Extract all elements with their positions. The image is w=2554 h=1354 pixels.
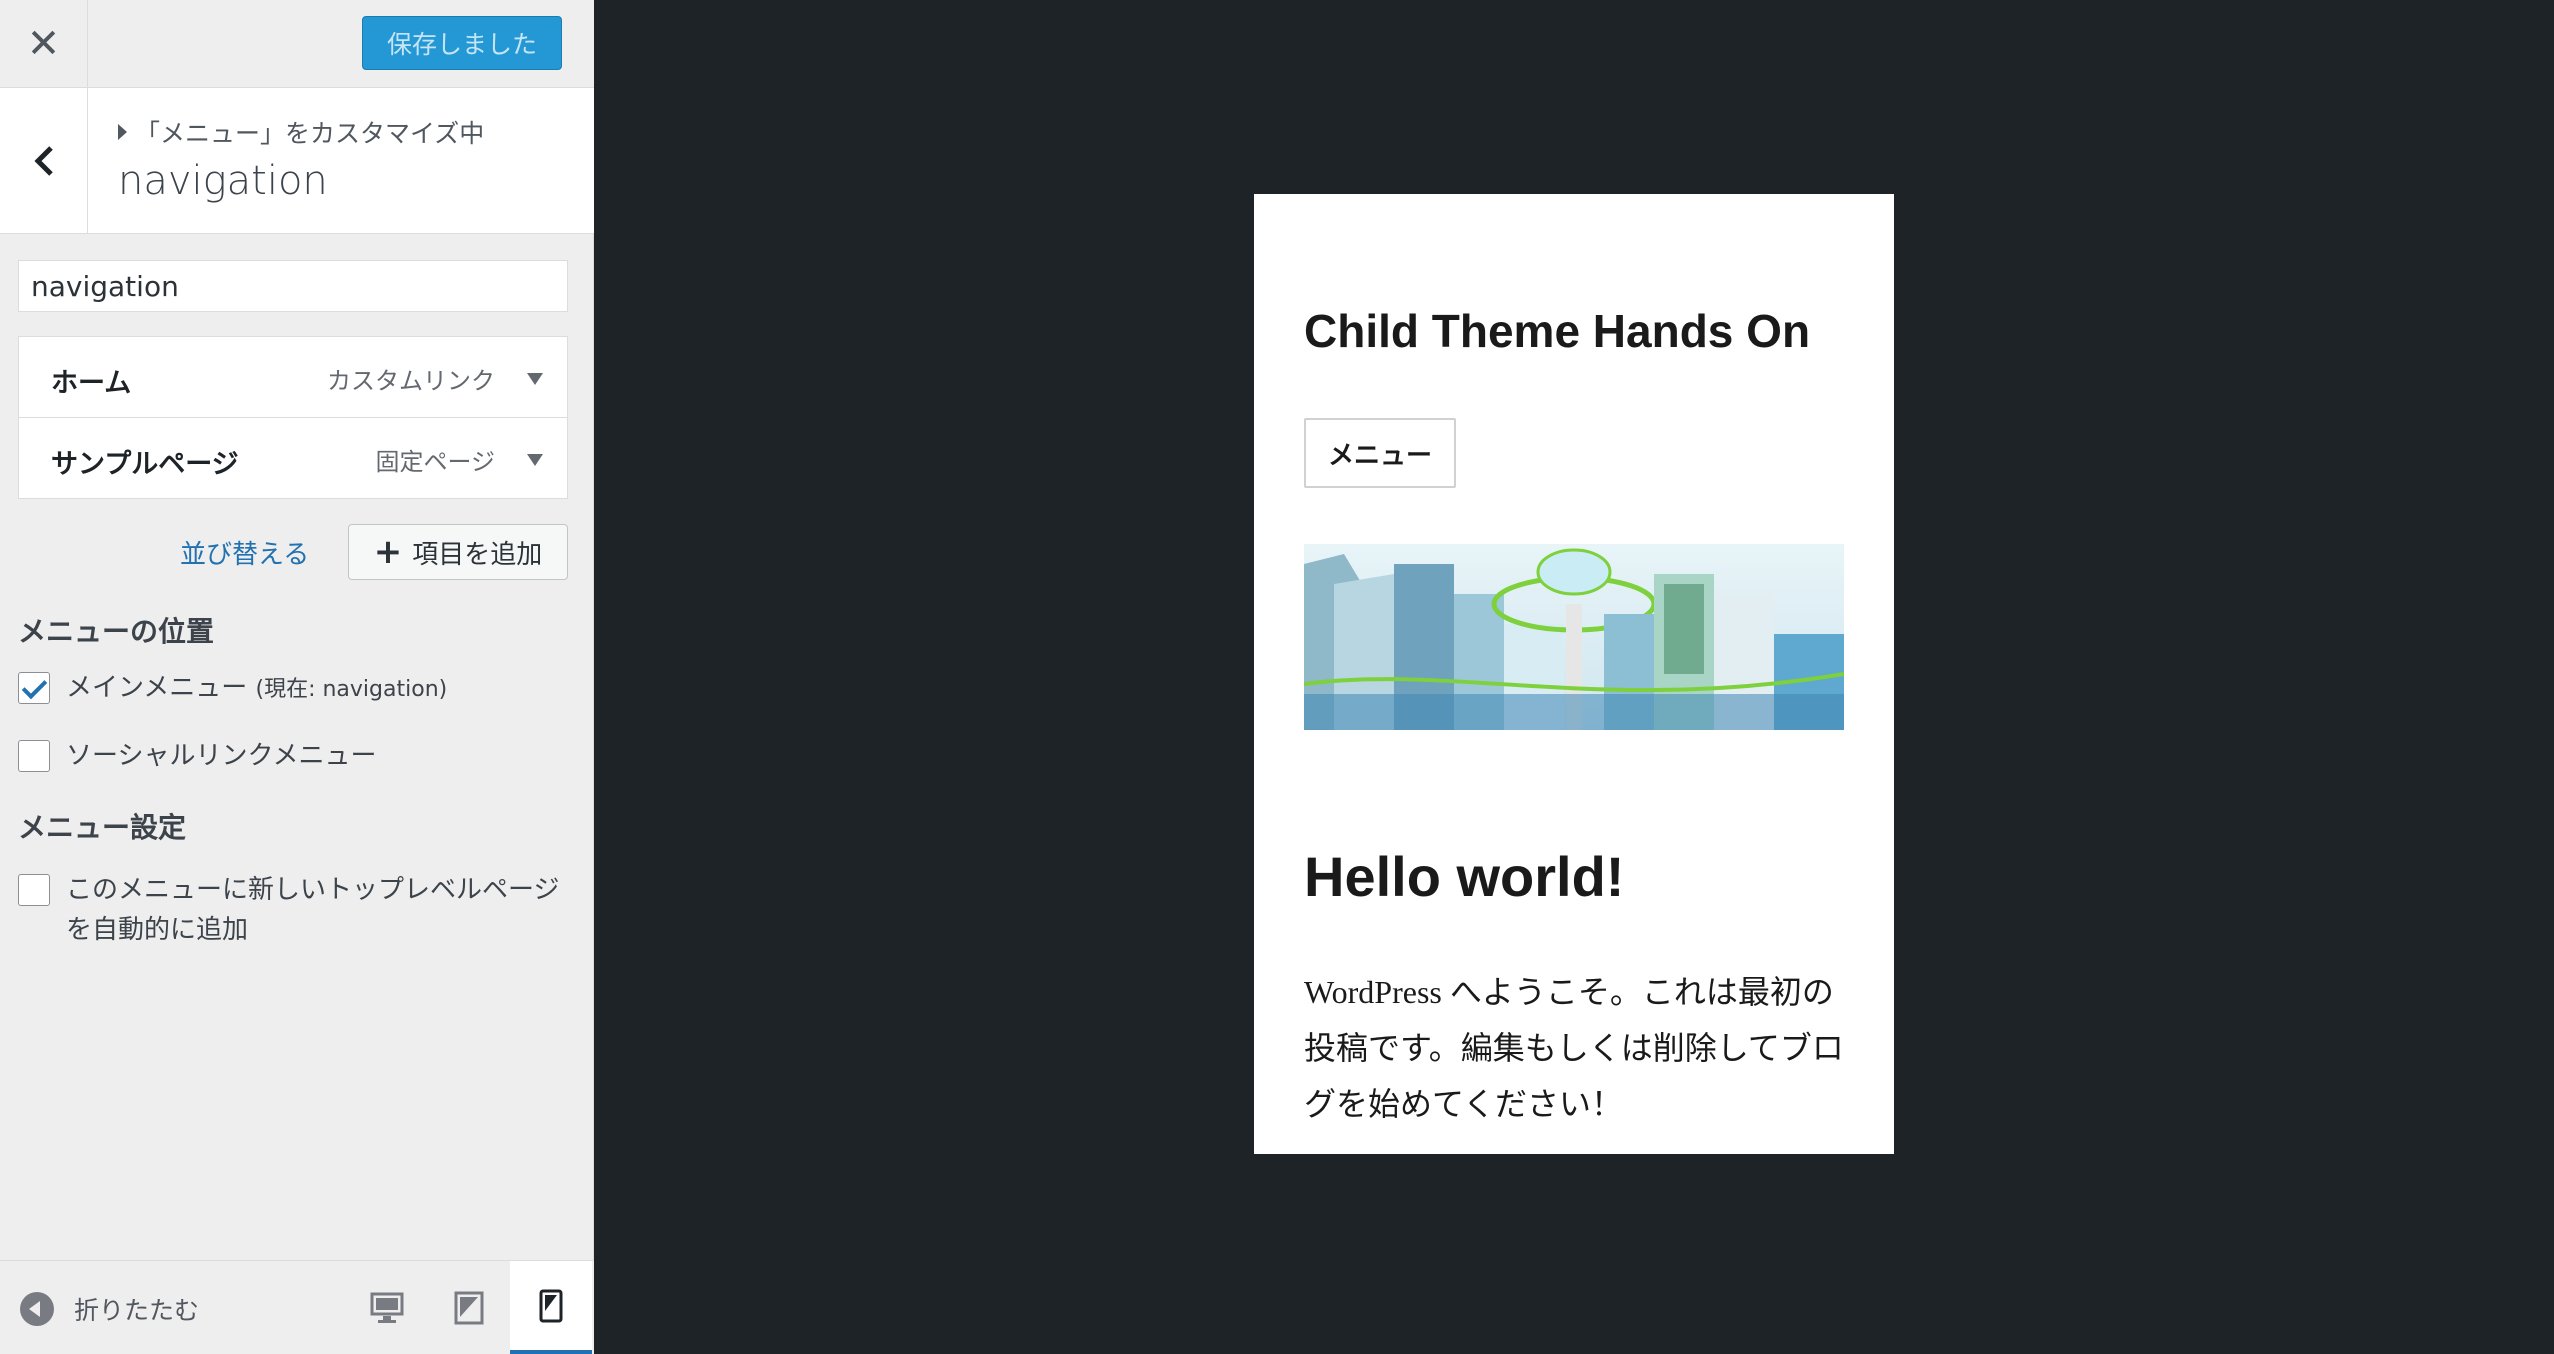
menu-toggle-button[interactable]: メニュー	[1304, 418, 1456, 488]
customizer-footer: 折りたたむ	[0, 1260, 594, 1354]
menu-item-type: カスタムリンク	[327, 367, 495, 395]
add-item-button[interactable]: + 項目を追加	[348, 524, 568, 580]
customizer-header: ✕ 保存しました	[0, 0, 594, 88]
menu-item-type: 固定ページ	[375, 448, 495, 476]
reorder-link[interactable]: 並び替える	[180, 534, 309, 571]
location-label: ソーシャルリンクメニュー	[66, 741, 377, 771]
section-title: navigation	[118, 158, 328, 204]
post-title[interactable]: Hello world!	[1304, 844, 1624, 909]
breadcrumb-text: 「メニュー」をカスタマイズ中	[135, 119, 485, 148]
location-main-menu[interactable]: メインメニュー (現在: navigation)	[18, 672, 447, 710]
preview-mobile-button[interactable]	[510, 1261, 592, 1354]
close-icon: ✕	[26, 21, 61, 67]
auto-add-pages-checkbox[interactable]	[18, 874, 50, 906]
back-button[interactable]	[0, 88, 88, 234]
auto-add-pages-option[interactable]: このメニューに新しいトップレベルページ を自動的に追加	[18, 874, 559, 950]
chevron-left-icon	[33, 146, 53, 176]
main-menu-checkbox[interactable]	[18, 672, 50, 704]
section-header: 「メニュー」をカスタマイズ中 navigation	[0, 88, 594, 234]
breadcrumb: 「メニュー」をカスタマイズ中	[118, 114, 484, 150]
close-button[interactable]: ✕	[0, 0, 88, 88]
dropdown-arrow-icon[interactable]	[527, 454, 543, 466]
menu-settings-heading: メニュー設定	[18, 811, 187, 844]
add-item-label: 項目を追加	[412, 539, 543, 570]
location-social-menu[interactable]: ソーシャルリンクメニュー	[18, 740, 376, 776]
collapse-label: 折りたたむ	[74, 1296, 200, 1325]
site-title[interactable]: Child Theme Hands On	[1304, 304, 1810, 358]
collapse-icon	[20, 1292, 54, 1326]
preview-tablet-button[interactable]	[428, 1261, 510, 1354]
site-preview: Child Theme Hands On メニュー Hello world! W…	[1254, 194, 1894, 1154]
tablet-icon	[454, 1291, 484, 1325]
header-image	[1304, 544, 1844, 730]
post-excerpt: WordPress へようこそ。これは最初の投稿です。編集もしくは削除してブログ…	[1304, 974, 1844, 1122]
plus-icon: +	[373, 532, 403, 572]
preview-desktop-button[interactable]	[346, 1261, 428, 1354]
menu-item-title: サンプルページ	[51, 449, 239, 480]
social-menu-checkbox[interactable]	[18, 740, 50, 772]
save-button[interactable]: 保存しました	[362, 16, 562, 70]
customizer-sidebar: ✕ 保存しました 「メニュー」をカスタマイズ中 navigation ホーム カ…	[0, 0, 594, 1354]
dropdown-arrow-icon[interactable]	[527, 373, 543, 385]
menu-locations-heading: メニューの位置	[18, 615, 215, 648]
desktop-icon	[370, 1292, 404, 1323]
mobile-icon	[539, 1289, 563, 1322]
collapse-button[interactable]: 折りたたむ	[20, 1291, 199, 1327]
auto-add-pages-label: このメニューに新しいトップレベルページ を自動的に追加	[66, 875, 560, 945]
menu-name-input[interactable]	[18, 260, 568, 312]
menu-item-title: ホーム	[51, 368, 132, 399]
menu-item-sample-page[interactable]: サンプルページ 固定ページ	[18, 417, 568, 499]
menu-item-home[interactable]: ホーム カスタムリンク	[18, 336, 568, 418]
caret-right-icon	[118, 124, 127, 140]
location-label: メインメニュー (現在: navigation)	[66, 673, 448, 703]
